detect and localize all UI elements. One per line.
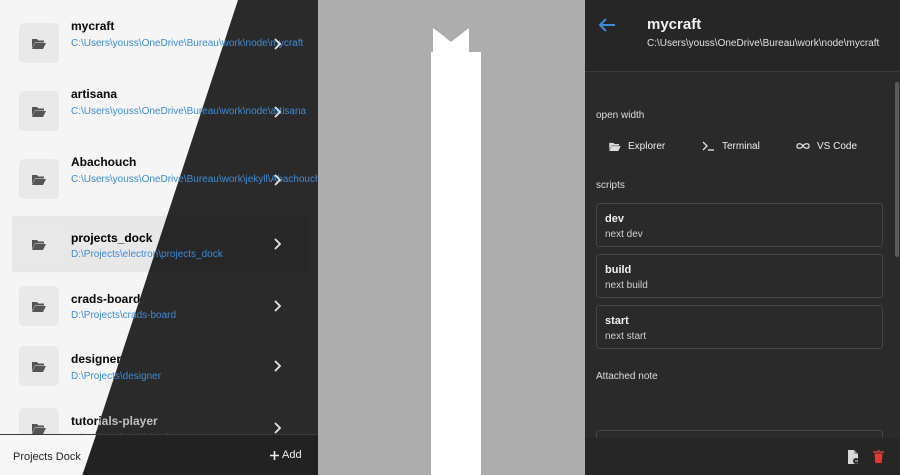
scrollbar[interactable] (895, 82, 899, 257)
folder-tile (19, 23, 59, 63)
add-project-button[interactable]: Add (270, 449, 302, 461)
project-path: C:\Users\youss\OneDrive\Bureau\work\jeky… (71, 174, 318, 185)
folder-tile (19, 346, 59, 386)
folder-open-icon (32, 362, 46, 372)
script-card-start[interactable]: start next start (596, 305, 883, 349)
project-item-mycraft[interactable]: mycraft C:\Users\youss\OneDrive\Bureau\w… (12, 8, 308, 80)
terminal-label: Terminal (722, 140, 760, 152)
project-path: C:\Users\youss\OneDrive\Bureau\work\node… (647, 38, 880, 49)
project-item-crads-board[interactable]: crads-board D:\Projects\crads-board (12, 278, 308, 334)
folder-open-icon (32, 175, 46, 185)
project-path: D:\Projects\crads-board (71, 310, 177, 321)
chevron-right-icon (274, 174, 282, 186)
open-terminal-button[interactable]: Terminal (691, 134, 771, 158)
folder-tile (19, 224, 59, 264)
chevron-right-icon (274, 106, 282, 118)
projects-list-panel: mycraft C:\Users\youss\OneDrive\Bureau\w… (0, 0, 318, 475)
project-name: projects_dock (71, 231, 153, 245)
chevron-right-icon (274, 300, 282, 312)
note-textarea[interactable] (596, 430, 883, 438)
script-command: next build (605, 280, 648, 291)
script-command: next dev (605, 229, 643, 240)
project-path: C:\Users\youss\OneDrive\Bureau\work\node… (71, 106, 307, 117)
script-name: dev (605, 213, 624, 225)
project-title: mycraft (647, 16, 702, 33)
folder-open-icon (32, 302, 46, 312)
project-name: Abachouch (71, 155, 137, 169)
project-name: designer (71, 352, 122, 366)
detail-header: mycraft C:\Users\youss\OneDrive\Bureau\w… (585, 0, 900, 72)
project-item-designer[interactable]: designer D:\Projects\designer (12, 338, 308, 394)
folder-open-icon (32, 240, 46, 250)
infinity-icon (796, 143, 810, 149)
project-path: D:\Projects\electron\projects_dock (71, 249, 223, 260)
folder-tile (19, 159, 59, 199)
plus-icon (270, 450, 279, 460)
chevron-right-icon (274, 38, 282, 50)
chevron-right-icon (274, 422, 282, 434)
project-name: tutorials-player (71, 414, 158, 428)
app-logo-icon (433, 28, 469, 52)
back-arrow-icon[interactable] (596, 14, 618, 36)
file-edit-icon[interactable] (847, 450, 860, 464)
project-path: D:\Projects\designer (71, 371, 162, 382)
project-name: artisana (71, 87, 118, 101)
add-label: Add (282, 449, 302, 461)
open-with-label: open width (596, 110, 645, 121)
folder-tile (19, 91, 59, 131)
script-card-dev[interactable]: dev next dev (596, 203, 883, 247)
project-item-artisana[interactable]: artisana C:\Users\youss\OneDrive\Bureau\… (12, 76, 308, 148)
project-path: C:\Users\youss\OneDrive\Bureau\work\node… (71, 38, 304, 49)
explorer-label: Explorer (628, 140, 666, 152)
folder-open-icon (32, 424, 46, 434)
terminal-icon (702, 141, 714, 151)
project-name: crads-board (71, 292, 141, 306)
script-command: next start (605, 331, 647, 342)
scripts-label: scripts (596, 180, 625, 191)
script-name: start (605, 315, 629, 327)
delete-icon[interactable] (873, 450, 884, 463)
vscode-label: VS Code (817, 140, 858, 152)
chevron-right-icon (274, 238, 282, 250)
attached-note-label: Attached note (596, 371, 658, 382)
app-title: Projects Dock (13, 451, 81, 463)
folder-open-icon (32, 39, 46, 49)
open-vscode-button[interactable]: VS Code (785, 134, 868, 158)
script-card-build[interactable]: build next build (596, 254, 883, 298)
script-name: build (605, 264, 632, 276)
folder-open-icon (609, 142, 621, 151)
divider-bar (431, 52, 481, 475)
project-item-projects-dock[interactable]: projects_dock D:\Projects\electron\proje… (12, 216, 308, 272)
open-explorer-button[interactable]: Explorer (598, 134, 676, 158)
left-footer-bar: Projects Dock Add (0, 434, 318, 475)
project-name: mycraft (71, 19, 115, 33)
folder-tile (19, 286, 59, 326)
chevron-right-icon (274, 360, 282, 372)
project-detail-panel: mycraft C:\Users\youss\OneDrive\Bureau\w… (585, 0, 900, 475)
detail-footer-bar (585, 438, 900, 475)
folder-open-icon (32, 107, 46, 117)
project-item-abachouch[interactable]: Abachouch C:\Users\youss\OneDrive\Bureau… (12, 144, 318, 216)
